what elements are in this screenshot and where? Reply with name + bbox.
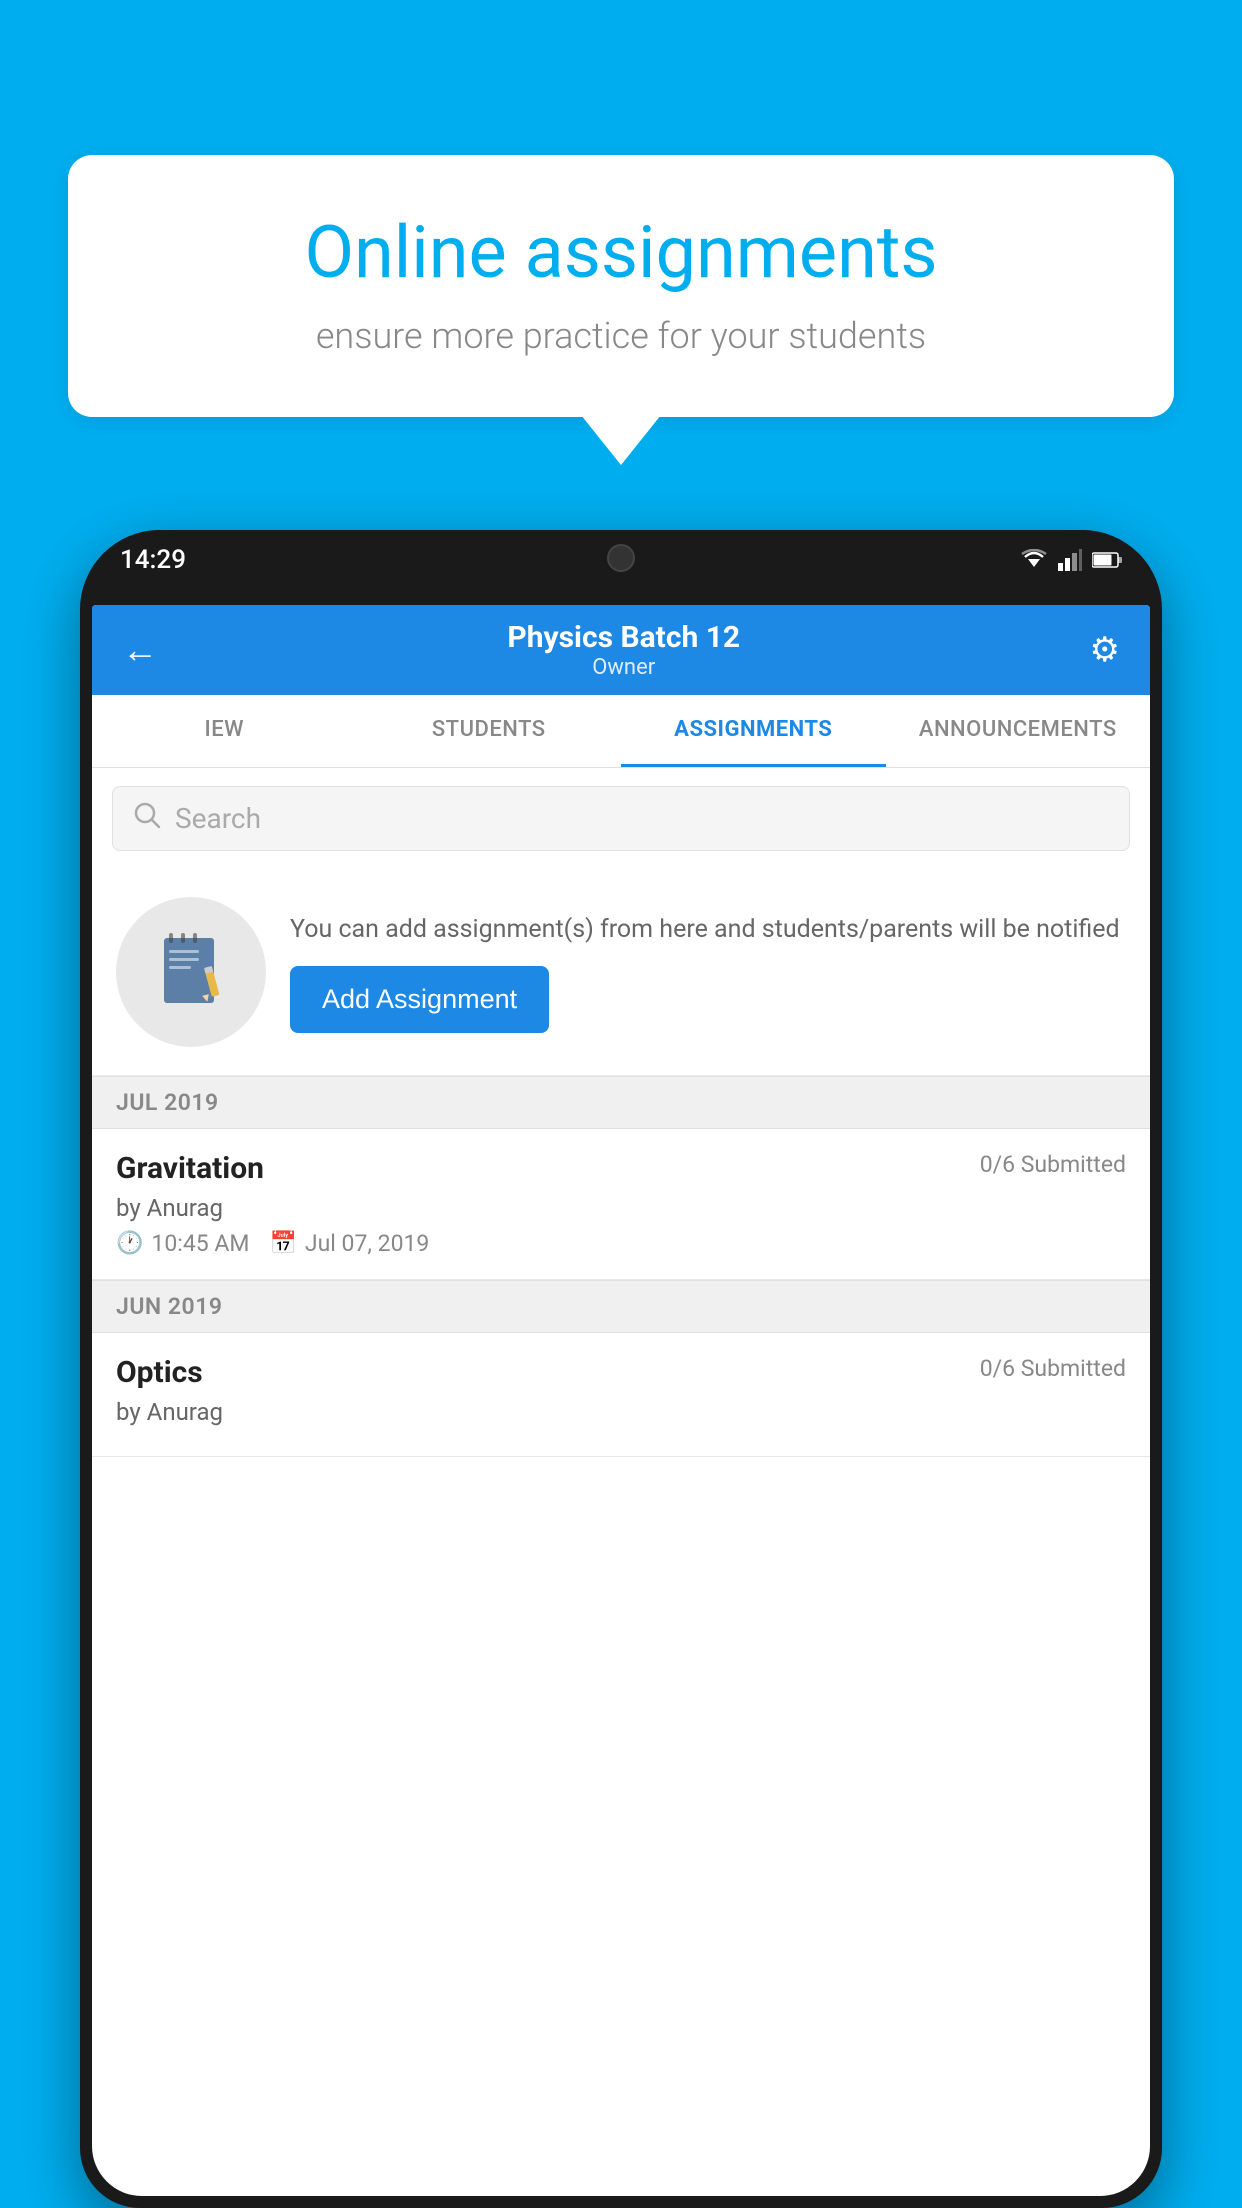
search-icon <box>133 801 161 836</box>
tab-students[interactable]: STUDENTS <box>357 695 622 767</box>
settings-icon[interactable]: ⚙ <box>1090 630 1120 670</box>
assignment-by-optics: by Anurag <box>116 1398 1126 1426</box>
assignment-submitted-gravitation: 0/6 Submitted <box>980 1151 1126 1178</box>
assignment-item-gravitation[interactable]: Gravitation 0/6 Submitted by Anurag 🕐 10… <box>92 1129 1150 1280</box>
add-assignment-section: You can add assignment(s) from here and … <box>92 869 1150 1076</box>
assignment-icon-circle <box>116 897 266 1047</box>
back-button[interactable]: ← <box>122 632 158 668</box>
speech-bubble-subtitle: ensure more practice for your students <box>128 315 1114 357</box>
header-title-group: Physics Batch 12 Owner <box>507 620 740 680</box>
notebook-icon <box>149 930 234 1015</box>
assignment-meta-gravitation: 🕐 10:45 AM 📅 Jul 07, 2019 <box>116 1230 1126 1257</box>
tab-assignments[interactable]: ASSIGNMENTS <box>621 695 886 767</box>
battery-icon <box>1092 551 1122 569</box>
assignment-item-optics[interactable]: Optics 0/6 Submitted by Anurag <box>92 1333 1150 1457</box>
signal-icon <box>1058 549 1082 571</box>
speech-bubble-title: Online assignments <box>128 210 1114 295</box>
status-bar: 14:29 <box>80 545 1162 575</box>
header-title: Physics Batch 12 <box>507 620 740 655</box>
wifi-icon <box>1020 549 1048 571</box>
search-container: Search <box>92 768 1150 869</box>
volume-up-button <box>80 700 88 760</box>
calendar-icon: 📅 <box>269 1231 296 1256</box>
add-assignment-description: You can add assignment(s) from here and … <box>290 911 1126 949</box>
status-time: 14:29 <box>120 545 186 575</box>
assignment-time-gravitation: 🕐 10:45 AM <box>116 1230 249 1257</box>
phone-screen: ← Physics Batch 12 Owner ⚙ IEW STUDENTS … <box>92 605 1150 2196</box>
tab-iew[interactable]: IEW <box>92 695 357 767</box>
assignment-by-gravitation: by Anurag <box>116 1194 1126 1222</box>
assignment-name-gravitation: Gravitation <box>116 1151 264 1186</box>
volume-down-button <box>80 780 88 840</box>
search-bar[interactable]: Search <box>112 786 1130 851</box>
tab-announcements[interactable]: ANNOUNCEMENTS <box>886 695 1151 767</box>
clock-icon: 🕐 <box>116 1231 143 1256</box>
search-placeholder: Search <box>175 802 261 835</box>
speech-bubble: Online assignments ensure more practice … <box>68 155 1174 417</box>
assignment-submitted-optics: 0/6 Submitted <box>980 1355 1126 1382</box>
assignment-date-gravitation: 📅 Jul 07, 2019 <box>269 1230 429 1257</box>
assignment-name-optics: Optics <box>116 1355 203 1390</box>
add-assignment-button[interactable]: Add Assignment <box>290 966 549 1033</box>
header-subtitle: Owner <box>507 655 740 680</box>
month-separator-jul: JUL 2019 <box>92 1076 1150 1129</box>
power-button <box>1154 740 1162 820</box>
phone-top-bar: 14:29 <box>80 530 1162 605</box>
app-header: ← Physics Batch 12 Owner ⚙ <box>92 605 1150 695</box>
tabs-bar: IEW STUDENTS ASSIGNMENTS ANNOUNCEMENTS <box>92 695 1150 768</box>
phone-device: 14:29 <box>80 530 1162 2208</box>
status-icons <box>1020 549 1122 571</box>
add-assignment-content: You can add assignment(s) from here and … <box>290 911 1126 1034</box>
speech-bubble-container: Online assignments ensure more practice … <box>68 155 1174 417</box>
month-separator-jun: JUN 2019 <box>92 1280 1150 1333</box>
